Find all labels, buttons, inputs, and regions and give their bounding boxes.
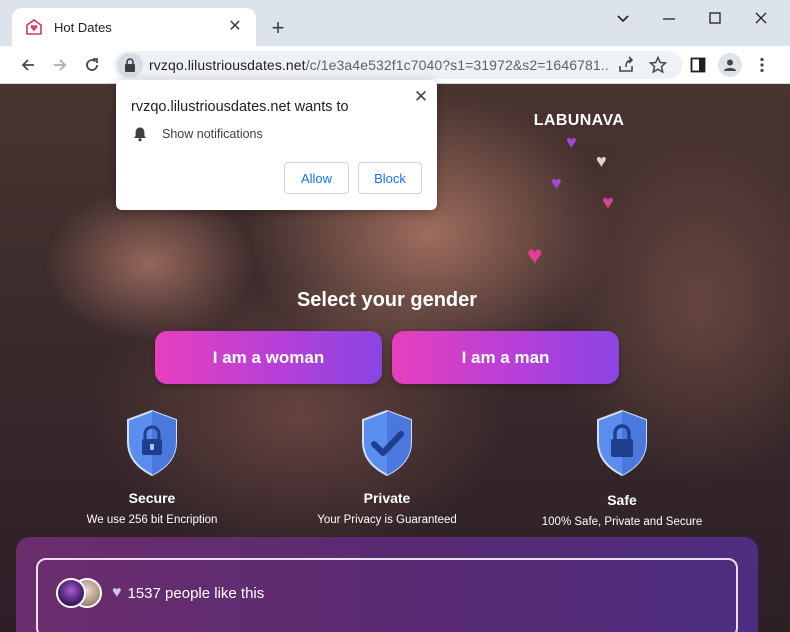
url-path: /c/1e3a4e532f1c7040?s1=31972&s2=1646781.… xyxy=(305,57,609,73)
feature-title: Private xyxy=(363,490,411,506)
feature-title: Safe xyxy=(607,492,637,508)
url-text[interactable]: rvzqo.lilustriousdates.net/c/1e3a4e532f1… xyxy=(149,57,609,73)
window-close-icon[interactable] xyxy=(746,8,776,30)
maximize-icon[interactable] xyxy=(700,8,730,30)
heart-icon: ♥ xyxy=(112,584,122,601)
sidebar-icon[interactable] xyxy=(686,53,710,77)
feature-desc: Your Privacy is Guaranteed xyxy=(317,514,457,526)
mail-heart-icon xyxy=(24,17,44,37)
likes-text: 1537 people like this xyxy=(127,584,265,602)
likes-box: ♥ 1537 people like this xyxy=(36,558,738,632)
plus-icon[interactable]: + xyxy=(266,16,290,40)
avatar-group xyxy=(56,578,104,610)
feature-title: Secure xyxy=(128,490,176,506)
man-button[interactable]: I am a man xyxy=(392,331,619,384)
heart-icon: ♥ xyxy=(527,240,543,270)
tab-bar: Hot Dates ✕ + xyxy=(0,0,790,46)
url-host: rvzqo.lilustriousdates.net xyxy=(149,57,306,73)
site-logo: LABUNAVA xyxy=(533,112,625,129)
permission-row: Show notifications xyxy=(132,126,263,142)
woman-button[interactable]: I am a woman xyxy=(155,331,382,384)
popup-title: rvzqo.lilustriousdates.net wants to xyxy=(131,99,349,115)
bell-icon xyxy=(134,127,146,142)
share-icon[interactable] xyxy=(614,53,638,77)
feature-desc: We use 256 bit Encription xyxy=(86,514,218,526)
minimize-icon[interactable] xyxy=(654,8,684,30)
heart-icon: ♥ xyxy=(602,192,614,214)
allow-button[interactable]: Allow xyxy=(284,162,349,194)
close-icon[interactable]: ✕ xyxy=(412,88,430,106)
feature-desc: 100% Safe, Private and Secure xyxy=(541,516,703,528)
permission-label: Show notifications xyxy=(162,127,263,141)
close-icon[interactable]: ✕ xyxy=(226,18,244,36)
star-icon[interactable] xyxy=(646,53,670,77)
feature-safe: Safe 100% Safe, Private and Secure xyxy=(522,409,722,528)
shield-lock-icon xyxy=(597,409,647,477)
chevron-down-icon[interactable] xyxy=(608,8,638,30)
address-bar[interactable]: rvzqo.lilustriousdates.net/c/1e3a4e532f1… xyxy=(114,51,682,79)
notification-permission-popup: rvzqo.lilustriousdates.net wants to ✕ Sh… xyxy=(116,80,437,210)
heart-icon: ♥ xyxy=(596,151,607,171)
more-menu-icon[interactable] xyxy=(750,53,774,77)
avatar xyxy=(56,578,86,608)
back-arrow-icon[interactable] xyxy=(16,53,40,77)
gender-prompt: Select your gender xyxy=(296,289,478,311)
forward-arrow-icon[interactable] xyxy=(48,53,72,77)
shield-check-icon xyxy=(362,409,412,477)
tab-title: Hot Dates xyxy=(54,19,112,35)
social-proof-panel: ♥ 1537 people like this xyxy=(16,537,758,632)
block-button[interactable]: Block xyxy=(358,162,422,194)
profile-icon[interactable] xyxy=(718,53,742,77)
shield-lock-icon xyxy=(127,409,177,477)
browser-toolbar: rvzqo.lilustriousdates.net/c/1e3a4e532f1… xyxy=(0,46,790,84)
lock-icon[interactable] xyxy=(117,53,143,77)
likes-count: ♥ 1537 people like this xyxy=(112,584,264,602)
reload-icon[interactable] xyxy=(80,53,104,77)
feature-private: Private Your Privacy is Guaranteed xyxy=(287,409,487,526)
heart-icon: ♥ xyxy=(551,173,562,193)
heart-icon: ♥ xyxy=(566,132,577,152)
feature-secure: Secure We use 256 bit Encription xyxy=(52,409,252,526)
browser-tab[interactable]: Hot Dates ✕ xyxy=(12,8,256,46)
